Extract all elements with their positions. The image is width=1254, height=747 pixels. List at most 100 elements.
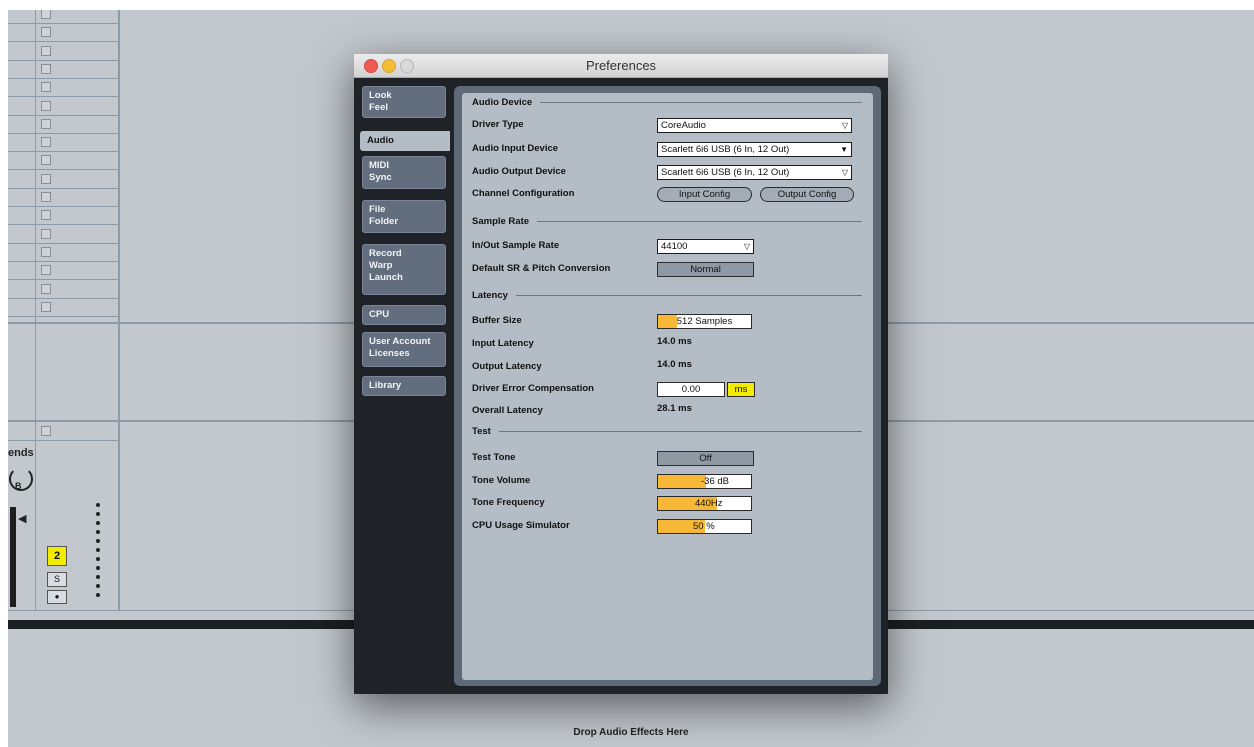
- fader-pointer-icon[interactable]: ◀: [18, 512, 26, 525]
- clip-slot[interactable]: [8, 23, 118, 43]
- clip-slot[interactable]: [8, 261, 118, 281]
- section-rule: [498, 431, 862, 432]
- meter-segment: [96, 539, 100, 543]
- tone-frequency-value: 440: [695, 498, 711, 509]
- volume-fader[interactable]: [10, 507, 16, 607]
- section-title: Test: [472, 426, 491, 437]
- section-audio-device: Audio Device: [472, 97, 862, 108]
- clip-slot[interactable]: [8, 206, 118, 226]
- clip-slot-square-icon[interactable]: [41, 45, 51, 56]
- clip-slot[interactable]: [8, 298, 118, 317]
- clip-slot-square-icon[interactable]: [41, 228, 51, 239]
- tone-volume-readout: -36 dB: [701, 475, 729, 488]
- output-latency-value: 14.0 ms: [657, 359, 692, 370]
- tab-library[interactable]: Library: [362, 376, 446, 396]
- tab-label: Audio: [367, 135, 394, 146]
- tone-volume-field[interactable]: -36 dB: [657, 474, 752, 489]
- audio-input-device-dropdown[interactable]: Scarlett 6i6 USB (6 In, 12 Out) ▼: [657, 142, 852, 157]
- clip-slot[interactable]: [8, 60, 118, 79]
- meter-segment: [96, 593, 100, 597]
- clip-slot-square-icon[interactable]: [41, 210, 51, 221]
- clip-slot[interactable]: [8, 97, 118, 116]
- meter-segment: [96, 512, 100, 516]
- tone-frequency-field[interactable]: 440Hz: [657, 496, 752, 511]
- tab-label: Record: [369, 248, 402, 259]
- clip-slot-square-icon[interactable]: [41, 100, 51, 111]
- buffer-size-label: Buffer Size: [472, 315, 522, 326]
- clip-slot-square-icon[interactable]: [41, 173, 51, 184]
- tab-label: Folder: [369, 216, 399, 227]
- meter-segment: [96, 530, 100, 534]
- clip-slot-square-icon[interactable]: [41, 301, 51, 312]
- buffer-size-field[interactable]: 512 Samples: [657, 314, 752, 329]
- clip-slot[interactable]: [8, 78, 118, 98]
- clip-slot[interactable]: [8, 133, 118, 153]
- clip-slot[interactable]: [8, 42, 118, 61]
- tab-user-account-licenses[interactable]: User Account Licenses: [362, 332, 446, 367]
- meter-segment: [96, 503, 100, 507]
- tab-record-warp-launch[interactable]: Record Warp Launch: [362, 244, 446, 295]
- clip-slot-square-icon[interactable]: [41, 265, 51, 276]
- section-rule: [515, 295, 862, 296]
- meter-segment: [96, 566, 100, 570]
- clip-slot[interactable]: [8, 225, 118, 244]
- clip-slot-square-icon[interactable]: [41, 63, 51, 74]
- output-config-button[interactable]: Output Config: [760, 187, 854, 202]
- clip-slot[interactable]: [8, 188, 118, 207]
- audio-output-device-dropdown[interactable]: Scarlett 6i6 USB (6 In, 12 Out) ▽: [657, 165, 852, 180]
- inout-sample-rate-dropdown[interactable]: 44100 ▽: [657, 239, 754, 254]
- overall-latency-value: 28.1 ms: [657, 403, 692, 414]
- overall-latency-label: Overall Latency: [472, 405, 543, 416]
- tone-volume-label: Tone Volume: [472, 475, 531, 486]
- driver-error-compensation-field[interactable]: 0.00: [657, 382, 725, 397]
- arm-button[interactable]: ●: [47, 590, 67, 604]
- tone-volume-unit: dB: [717, 476, 729, 487]
- clip-slot[interactable]: [8, 170, 118, 189]
- tab-look-feel[interactable]: Look Feel: [362, 86, 446, 118]
- clip-slot[interactable]: [8, 151, 118, 171]
- solo-button[interactable]: S: [47, 572, 67, 587]
- clip-slot[interactable]: [8, 243, 118, 262]
- tone-frequency-readout: 440Hz: [695, 497, 722, 510]
- clip-slot-square-icon[interactable]: [41, 155, 51, 166]
- cpu-usage-simulator-field[interactable]: 50 %: [657, 519, 752, 534]
- input-latency-label: Input Latency: [472, 338, 534, 349]
- stop-clip-slot[interactable]: [8, 422, 118, 440]
- title-bar[interactable]: Preferences: [354, 54, 888, 78]
- track-activator-button[interactable]: 2: [47, 546, 67, 566]
- clip-slot-square-icon[interactable]: [41, 283, 51, 294]
- pitch-conversion-button[interactable]: Normal: [657, 262, 754, 277]
- tone-frequency-label: Tone Frequency: [472, 497, 545, 508]
- section-test: Test: [472, 426, 862, 437]
- clip-slot-square-icon[interactable]: [41, 246, 51, 257]
- clip-slot-square-icon[interactable]: [41, 118, 51, 129]
- tab-label: File: [369, 204, 386, 215]
- meter-segment: [96, 584, 100, 588]
- tab-midi-sync[interactable]: MIDI Sync: [362, 156, 446, 189]
- tab-label: Sync: [369, 172, 392, 183]
- clip-slot[interactable]: [8, 10, 118, 24]
- sends-label: ends: [8, 447, 34, 459]
- test-tone-toggle[interactable]: Off: [657, 451, 754, 466]
- section-sample-rate: Sample Rate: [472, 216, 862, 227]
- tone-frequency-unit: Hz: [710, 498, 723, 509]
- clip-slot-square-icon[interactable]: [41, 137, 51, 148]
- driver-type-dropdown[interactable]: CoreAudio ▽: [657, 118, 852, 133]
- clip-slot-square-icon[interactable]: [41, 10, 51, 19]
- stop-square-icon[interactable]: [41, 426, 51, 436]
- meter-segment: [96, 557, 100, 561]
- input-config-button[interactable]: Input Config: [657, 187, 752, 202]
- section-title: Latency: [472, 290, 508, 301]
- clip-slot[interactable]: [8, 115, 118, 134]
- test-tone-label: Test Tone: [472, 452, 516, 463]
- driver-error-value: 0.00: [681, 384, 701, 395]
- driver-error-unit-button[interactable]: ms: [727, 382, 755, 397]
- tab-audio[interactable]: Audio: [360, 131, 450, 151]
- drop-zone-label: Drop Audio Effects Here: [573, 727, 689, 738]
- clip-slot[interactable]: [8, 280, 118, 299]
- clip-slot-square-icon[interactable]: [41, 82, 51, 93]
- clip-slot-square-icon[interactable]: [41, 27, 51, 38]
- clip-slot-square-icon[interactable]: [41, 192, 51, 202]
- tab-file-folder[interactable]: File Folder: [362, 200, 446, 233]
- tab-cpu[interactable]: CPU: [362, 305, 446, 325]
